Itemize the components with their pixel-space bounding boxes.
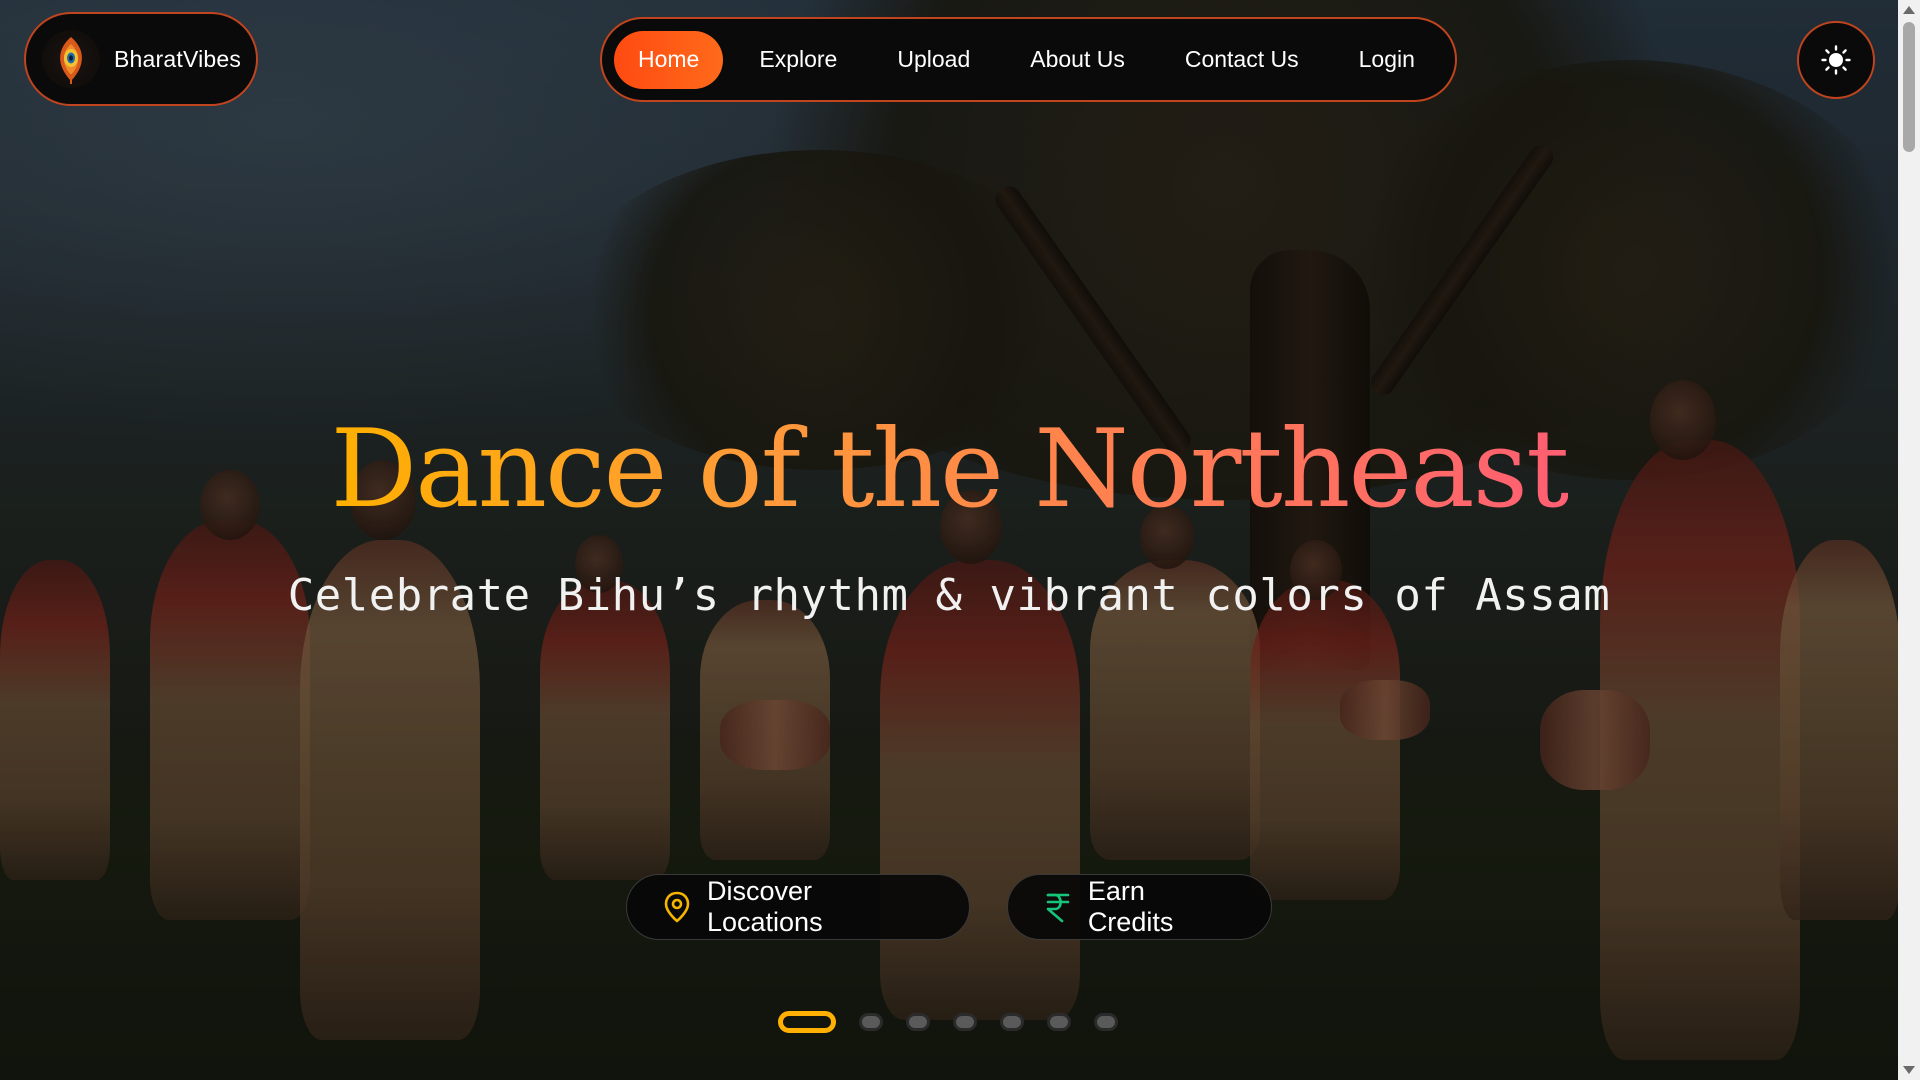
slide-dot-3[interactable] <box>906 1013 930 1031</box>
slide-dot-5[interactable] <box>1000 1013 1024 1031</box>
discover-locations-button[interactable]: Discover Locations <box>626 874 970 940</box>
slide-dot-4[interactable] <box>953 1013 977 1031</box>
scroll-down-arrow-icon[interactable] <box>1903 1066 1915 1074</box>
page: BharatVibes Home Explore Upload About Us… <box>0 0 1920 1080</box>
theme-toggle-button[interactable] <box>1797 21 1875 99</box>
hero-subtitle: Celebrate Bihu’s rhythm & vibrant colors… <box>287 570 1611 621</box>
page-scrollbar[interactable] <box>1898 0 1920 1080</box>
nav-explore[interactable]: Explore <box>735 31 861 89</box>
hero-title-text: Dance of the Northeast <box>330 407 1569 532</box>
slide-dot-1[interactable] <box>778 1011 836 1033</box>
brand-name: BharatVibes <box>114 45 242 72</box>
brand-logo-link[interactable]: BharatVibes <box>24 12 258 106</box>
earn-credits-label: Earn Credits <box>1087 876 1174 937</box>
earn-credits-button[interactable]: Earn Credits <box>1007 874 1272 940</box>
slide-dot-2[interactable] <box>859 1013 883 1031</box>
map-pin-icon <box>661 891 693 923</box>
nav-contact-us[interactable]: Contact Us <box>1161 31 1323 89</box>
hero-title: Dance of the Northeast <box>0 405 1898 535</box>
main-navigation: Home Explore Upload About Us Contact Us … <box>600 17 1457 102</box>
slide-dot-6[interactable] <box>1047 1013 1071 1031</box>
slide-indicators <box>778 1011 1141 1033</box>
slide-dot-7[interactable] <box>1094 1013 1118 1031</box>
discover-locations-label: Discover Locations <box>706 876 823 937</box>
peacock-feather-icon <box>42 30 100 88</box>
scrollbar-thumb[interactable] <box>1903 22 1915 152</box>
sun-icon <box>1821 45 1851 75</box>
nav-upload[interactable]: Upload <box>873 31 994 89</box>
rupee-icon <box>1042 891 1074 923</box>
nav-login[interactable]: Login <box>1335 31 1439 89</box>
nav-home[interactable]: Home <box>614 30 724 89</box>
nav-about-us[interactable]: About Us <box>1006 31 1149 89</box>
scroll-up-arrow-icon[interactable] <box>1903 6 1915 14</box>
